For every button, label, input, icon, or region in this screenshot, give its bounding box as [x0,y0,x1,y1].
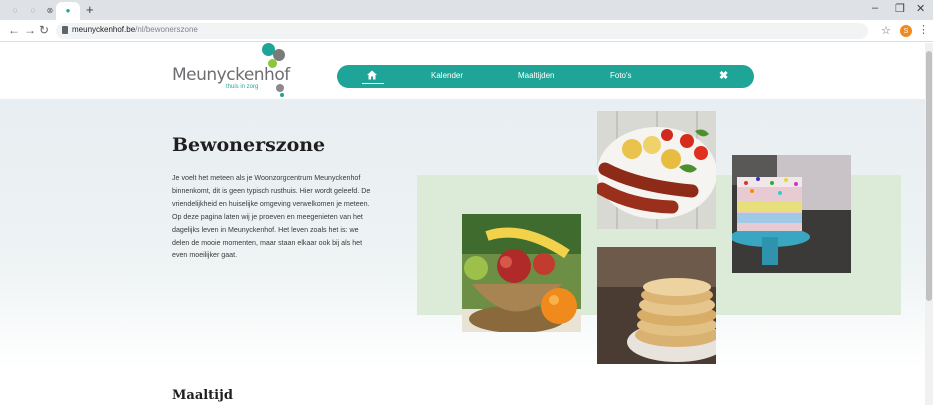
address-bar[interactable]: meunyckenhof.be/nl/bewonerszone [56,23,868,39]
profile-avatar[interactable]: S [900,25,912,37]
logo-tagline: thuis in zorg [226,84,259,90]
pancakes-image [597,247,716,364]
home-icon[interactable] [367,70,377,80]
logo-dot [280,93,284,97]
browser-tab-bar: ◌ ◌ ⊗ ● + – ❐ ✕ [0,0,933,20]
intro-text: Je voelt het meteen als je Woonzorgcentr… [172,174,371,260]
photo-sprinkle-cake[interactable] [732,155,851,273]
forward-icon[interactable]: → [24,23,36,37]
sausages-image [597,111,716,229]
photo-sausages[interactable] [597,111,716,229]
fruit-basket-image [462,214,581,332]
page-title: Bewonerszone [172,134,326,156]
browser-toolbar: ← → ↻ meunyckenhof.be/nl/bewonerszone ☆ … [0,20,933,42]
site-logo[interactable]: Meunyckenhof thuis in zorg [170,43,300,99]
nav-item-maaltijden[interactable]: Maaltijden [518,71,554,80]
logo-name: Meunyckenhof [172,65,290,85]
scrollbar-thumb[interactable] [926,51,932,301]
nav-item-fotos[interactable]: Foto's [610,71,632,80]
back-icon[interactable]: ← [8,23,20,37]
lock-icon [62,26,68,34]
photo-fruit-basket[interactable] [462,214,581,332]
minimize-icon[interactable]: – [872,2,878,14]
bookmark-star-icon[interactable]: ☆ [881,24,891,37]
photo-pancakes[interactable] [597,247,716,364]
hero-section: Bewonerszone Je voelt het meteen als je … [0,99,925,369]
tab-favicon-icon[interactable]: ◌ [10,5,20,15]
browser-menu-icon[interactable]: ⋮ [918,23,929,36]
active-tab[interactable]: ● [56,2,80,20]
main-navigation: Kalender Maaltijden Foto's ✖ [337,65,754,88]
url-text: meunyckenhof.be/nl/bewonerszone [72,25,198,34]
new-tab-button[interactable]: + [86,2,94,17]
close-menu-icon[interactable]: ✖ [719,69,728,82]
page-scrollbar[interactable] [925,43,933,405]
site-favicon-icon: ● [65,5,71,15]
close-window-icon[interactable]: ✕ [916,2,925,15]
web-page: Bewonerszone Je voelt het meteen als je … [0,43,925,405]
active-underline [362,83,384,84]
reload-icon[interactable]: ↻ [39,23,49,37]
sprinkle-cake-image [732,155,851,273]
nav-item-kalender[interactable]: Kalender [431,71,463,80]
restore-icon[interactable]: ❐ [895,2,905,15]
section-title-maaltijd: Maaltijd [172,388,233,403]
tab-favicon-icon[interactable]: ◌ [28,5,38,15]
tab-favicon-icon[interactable]: ⊗ [45,5,55,15]
logo-dot [276,84,284,92]
site-header: Meunyckenhof thuis in zorg Kalender Maal… [0,43,925,99]
